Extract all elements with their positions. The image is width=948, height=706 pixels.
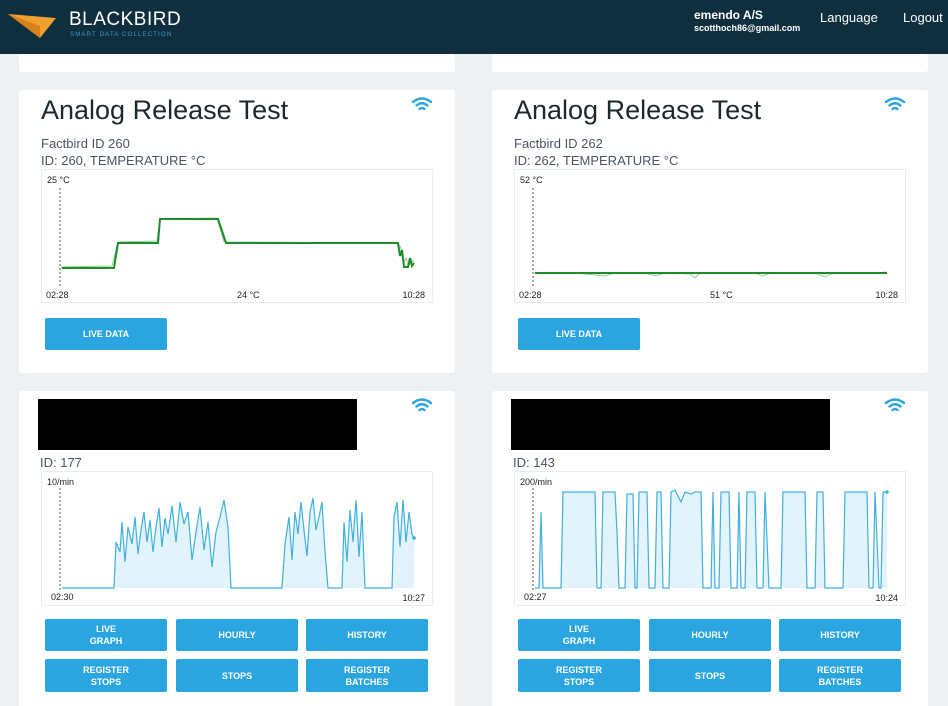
card-title: Analog Release Test xyxy=(41,95,289,125)
axis-start-label: 02:28 xyxy=(46,290,69,300)
sensor-id: ID: 177 xyxy=(40,455,82,470)
redacted-title xyxy=(38,399,357,450)
axis-max-label: 52 °C xyxy=(520,175,543,185)
temperature-chart[interactable]: 52 °C 02:28 51 °C 10:28 xyxy=(514,169,906,303)
live-graph-button[interactable]: LIVE GRAPH xyxy=(518,619,640,651)
rate-chart[interactable]: 10/min 02:30 10:27 xyxy=(41,471,433,606)
axis-max-label: 25 °C xyxy=(47,175,70,185)
device-card-262: Analog Release Test Factbird ID 262 ID: … xyxy=(492,90,928,373)
axis-min-label: 24 °C xyxy=(237,290,260,300)
axis-min-label: 51 °C xyxy=(710,290,733,300)
live-graph-button[interactable]: LIVE GRAPH xyxy=(45,619,167,651)
redacted-title xyxy=(511,399,830,450)
temperature-chart[interactable]: 25 °C 02:28 24 °C 10:28 xyxy=(41,169,433,303)
axis-start-label: 02:28 xyxy=(519,290,542,300)
history-button[interactable]: HISTORY xyxy=(779,619,901,651)
stops-button[interactable]: STOPS xyxy=(649,659,771,692)
device-card-143: ID: 143 200/min 02:27 10:24 LIVE GRAPH HO… xyxy=(492,391,928,706)
register-stops-button[interactable]: REGISTER STOPS xyxy=(518,659,640,692)
logout-link[interactable]: Logout xyxy=(903,10,943,25)
live-data-button[interactable]: LIVE DATA xyxy=(45,318,167,350)
axis-end-label: 10:28 xyxy=(875,290,898,300)
card-partial xyxy=(19,54,455,72)
wifi-icon xyxy=(884,398,906,412)
wifi-icon xyxy=(884,97,906,111)
card-partial xyxy=(492,54,928,72)
live-data-button[interactable]: LIVE DATA xyxy=(518,318,640,350)
brand-tagline: SMART DATA COLLECTION xyxy=(70,32,173,38)
axis-end-label: 10:28 xyxy=(402,290,425,300)
account-email: scotthoch86@gmail.com xyxy=(694,23,801,33)
axis-end-label: 10:24 xyxy=(875,593,898,603)
top-bar: BLACKBIRD SMART DATA COLLECTION emendo A… xyxy=(0,0,948,54)
axis-max-label: 10/min xyxy=(47,477,75,487)
axis-max-label: 200/min xyxy=(520,477,553,487)
hourly-button[interactable]: HOURLY xyxy=(176,619,298,651)
axis-start-label: 02:30 xyxy=(51,592,74,602)
hourly-button[interactable]: HOURLY xyxy=(649,619,771,651)
device-card-260: Analog Release Test Factbird ID 260 ID: … xyxy=(19,90,455,373)
blackbird-logo-icon[interactable] xyxy=(6,10,58,40)
sensor-id: ID: 143 xyxy=(513,455,555,470)
language-link[interactable]: Language xyxy=(820,10,878,25)
device-name: Factbird ID 262 xyxy=(514,136,603,151)
register-batches-button[interactable]: REGISTER BATCHES xyxy=(306,659,428,692)
device-name: Factbird ID 260 xyxy=(41,136,130,151)
wifi-icon xyxy=(411,398,433,412)
sensor-id: ID: 260, TEMPERATURE °C xyxy=(41,153,206,168)
stops-button[interactable]: STOPS xyxy=(176,659,298,692)
history-button[interactable]: HISTORY xyxy=(306,619,428,651)
wifi-icon xyxy=(411,97,433,111)
brand-name: BLACKBIRD xyxy=(69,9,182,30)
register-stops-button[interactable]: REGISTER STOPS xyxy=(45,659,167,692)
card-title: Analog Release Test xyxy=(514,95,762,125)
axis-start-label: 02:27 xyxy=(524,592,547,602)
register-batches-button[interactable]: REGISTER BATCHES xyxy=(779,659,901,692)
sensor-id: ID: 262, TEMPERATURE °C xyxy=(514,153,679,168)
account-name: emendo A/S xyxy=(694,8,763,22)
device-card-177: ID: 177 10/min 02:30 10:27 LIVE GRAPH HOU… xyxy=(19,391,455,706)
rate-chart[interactable]: 200/min 02:27 10:24 xyxy=(514,471,906,606)
axis-end-label: 10:27 xyxy=(402,593,425,603)
